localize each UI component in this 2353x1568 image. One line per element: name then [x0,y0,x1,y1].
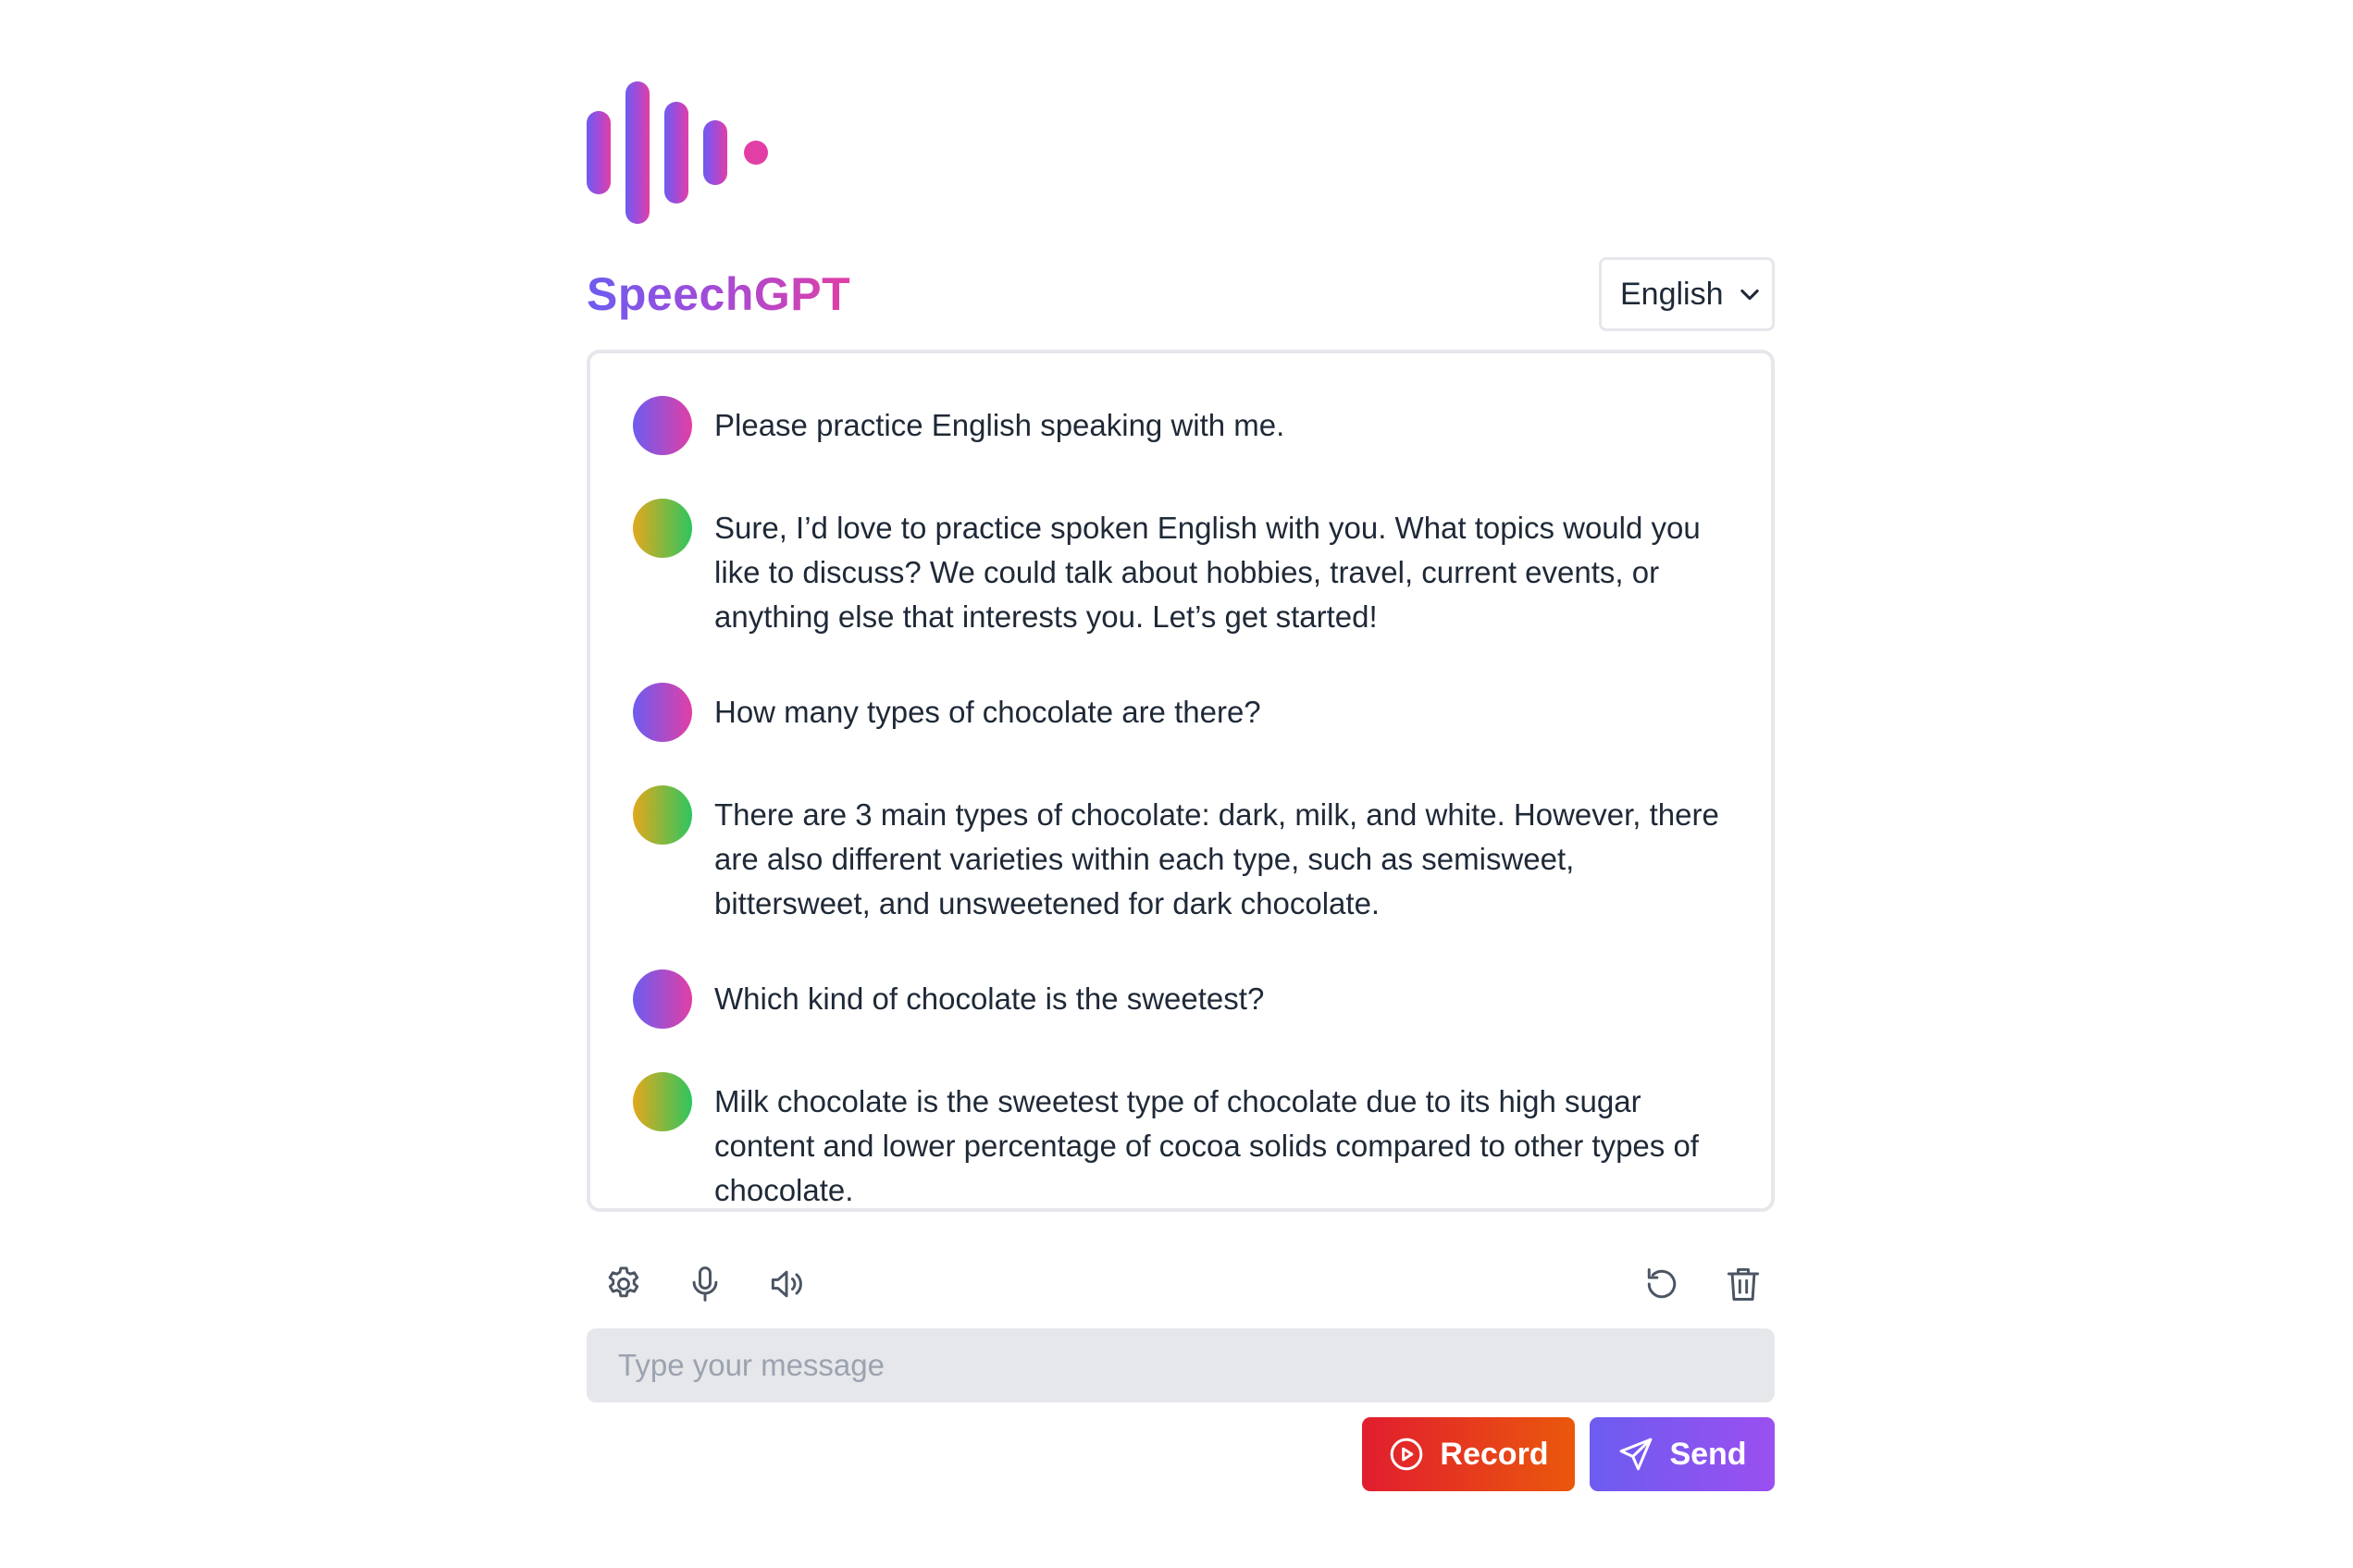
speaker-button[interactable] [759,1256,814,1312]
message-assistant: There are 3 main types of chocolate: dar… [633,785,1728,926]
message-text: How many types of chocolate are there? [714,695,1261,729]
record-button[interactable]: Record [1362,1417,1575,1491]
user-avatar [633,683,692,742]
action-toolbar [587,1256,1775,1312]
message-assistant: Milk chocolate is the sweetest type of c… [633,1072,1728,1208]
user-avatar [633,969,692,1029]
message-text: Which kind of chocolate is the sweetest? [714,982,1265,1016]
chat-history[interactable]: Please practice English speaking with me… [587,350,1775,1212]
message-text: Milk chocolate is the sweetest type of c… [714,1084,1699,1207]
gear-icon [608,1266,639,1298]
message-assistant: Sure, I’d love to practice spoken Englis… [633,499,1728,639]
microphone-icon [692,1266,718,1302]
send-button[interactable]: Send [1590,1417,1775,1491]
record-button-label: Record [1440,1436,1549,1472]
message-input[interactable] [587,1328,1775,1402]
send-button-label: Send [1669,1436,1747,1472]
message-user: How many types of chocolate are there? [633,683,1728,742]
soundwave-logo-icon [587,81,768,224]
message-text: Please practice English speaking with me… [714,408,1285,442]
app-container: SpeechGPT English Please practice Englis… [587,0,1775,1568]
play-circle-icon [1391,1438,1423,1471]
speaker-icon [771,1270,802,1298]
settings-button[interactable] [596,1256,651,1312]
assistant-avatar [633,499,692,558]
message-user: Please practice English speaking with me… [633,396,1728,455]
microphone-button[interactable] [677,1256,733,1312]
language-select[interactable]: English [1599,257,1775,331]
assistant-avatar [633,1072,692,1131]
message-text: Sure, I’d love to practice spoken Englis… [714,511,1701,634]
clear-button[interactable] [1715,1256,1771,1312]
message-user: Which kind of chocolate is the sweetest? [633,969,1728,1029]
user-avatar [633,396,692,455]
assistant-avatar [633,785,692,845]
language-select-value: English [1620,276,1724,312]
paper-plane-icon [1620,1438,1653,1471]
message-text: There are 3 main types of chocolate: dar… [714,797,1719,920]
trash-icon [1727,1267,1760,1301]
refresh-icon [1647,1267,1677,1299]
app-title: SpeechGPT [587,264,850,325]
chevron-down-icon [1740,289,1759,301]
refresh-button[interactable] [1634,1256,1690,1312]
